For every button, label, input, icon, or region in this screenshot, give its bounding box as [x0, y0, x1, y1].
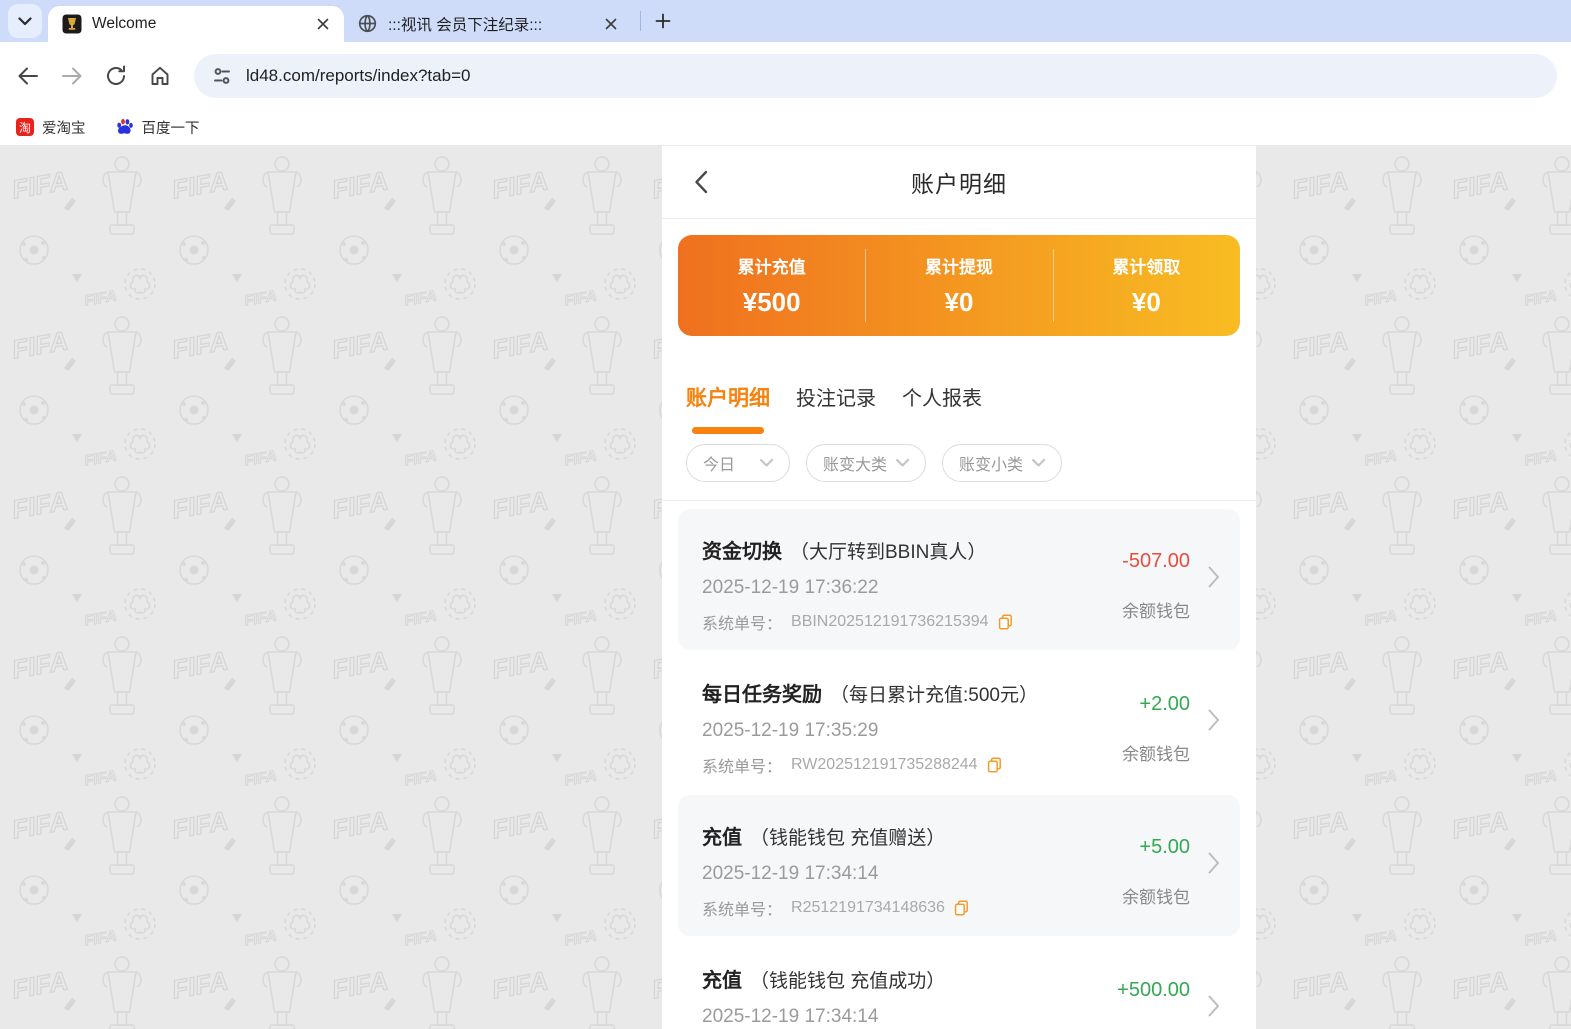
transaction-datetime: 2025-12-19 17:35:29: [702, 720, 879, 741]
bookmark-aitaobao[interactable]: 淘 爱淘宝: [16, 117, 86, 138]
transaction-datetime: 2025-12-19 17:34:14: [702, 1006, 879, 1027]
account-detail-panel: 账户明细 累计充值 ¥500 累计提现 ¥0 累计领取 ¥0 账户明细 投注记录…: [662, 146, 1256, 1029]
back-button-panel[interactable]: [688, 146, 714, 218]
filter-label: 账变小类: [959, 457, 1024, 474]
new-tab-button[interactable]: [649, 7, 677, 35]
summary-total-claimed: 累计领取 ¥0: [1052, 235, 1240, 336]
tab-personal-report[interactable]: 个人报表: [902, 382, 982, 433]
tab-account-detail[interactable]: 账户明细: [686, 382, 770, 434]
tab-search-button[interactable]: [8, 4, 42, 38]
globe-icon: [358, 14, 378, 34]
tab-bet-records[interactable]: 投注记录: [796, 382, 876, 433]
tab-separator: [640, 11, 641, 31]
transaction-row[interactable]: 每日任务奖励 （每日累计充值:500元） 2025-12-19 17:35:29…: [678, 652, 1240, 793]
tab-title: Welcome: [92, 15, 157, 32]
chevron-right-icon[interactable]: [1208, 566, 1220, 588]
transaction-row[interactable]: 充值 （钱能钱包 充值成功） 2025-12-19 17:34:14 系统单号：…: [678, 938, 1240, 1029]
url-text[interactable]: ld48.com/reports/index?tab=0: [246, 66, 470, 86]
chevron-down-icon: [1032, 459, 1045, 467]
close-icon[interactable]: [314, 15, 332, 33]
transaction-datetime: 2025-12-19 17:34:14: [702, 863, 879, 884]
baidu-paw-icon: [116, 118, 134, 136]
order-label: 系统单号：: [702, 902, 783, 919]
tab-strip: Welcome :::视讯 会员下注纪录:::: [0, 0, 1571, 42]
trophy-logo-icon: [62, 14, 82, 34]
chevron-right-icon[interactable]: [1208, 995, 1220, 1017]
transaction-row[interactable]: 资金切换 （大厅转到BBIN真人） 2025-12-19 17:36:22 系统…: [678, 509, 1240, 650]
transaction-detail: （大厅转到BBIN真人）: [790, 542, 987, 563]
transaction-amount: +500.00: [1117, 979, 1190, 1001]
transaction-detail: （每日累计充值:500元）: [830, 685, 1038, 706]
chevron-right-icon[interactable]: [1208, 852, 1220, 874]
browser-toolbar: ld48.com/reports/index?tab=0: [0, 42, 1571, 109]
transaction-detail: （钱能钱包 充值成功）: [750, 971, 946, 992]
transaction-amount: +2.00: [1139, 693, 1190, 715]
tab-title: :::视讯 会员下注纪录:::: [388, 17, 543, 34]
transaction-amount: +5.00: [1139, 836, 1190, 858]
filter-date-select[interactable]: 今日: [686, 444, 790, 482]
bookmark-label: 爱淘宝: [42, 120, 86, 137]
reload-button[interactable]: [94, 54, 138, 98]
copy-icon[interactable]: [987, 757, 1002, 773]
summary-total-deposit: 累计充值 ¥500: [678, 235, 865, 336]
report-tabs: 账户明细 投注记录 个人报表: [662, 352, 1256, 434]
panel-header: 账户明细: [662, 146, 1256, 219]
transaction-type: 每日任务奖励: [702, 684, 822, 706]
order-number: RW202512191735288244: [791, 756, 978, 773]
plus-icon: [655, 13, 671, 29]
summary-label: 累计领取: [1112, 258, 1181, 277]
browser-tab-welcome[interactable]: Welcome: [48, 6, 344, 42]
order-number: R2512191734148636: [791, 899, 945, 916]
page-title: 账户明细: [911, 171, 1007, 197]
transaction-amount: -507.00: [1122, 550, 1190, 572]
transaction-wallet: 余额钱包: [1122, 888, 1190, 907]
order-label: 系统单号：: [702, 759, 783, 776]
summary-label: 累计充值: [737, 258, 806, 277]
summary-label: 累计提现: [924, 258, 993, 277]
browser-tab-records[interactable]: :::视讯 会员下注纪录:::: [344, 6, 632, 42]
bookmarks-bar: 淘 爱淘宝 百度一下: [0, 109, 1571, 146]
summary-value: ¥500: [742, 287, 801, 317]
filter-row: 今日 账变大类 账变小类: [662, 434, 1256, 501]
transaction-type: 资金切换: [702, 541, 782, 563]
filter-label: 账变大类: [823, 457, 888, 474]
forward-button[interactable]: [50, 54, 94, 98]
summary-value: ¥0: [1131, 287, 1161, 317]
bookmark-label: 百度一下: [141, 120, 200, 137]
address-bar[interactable]: ld48.com/reports/index?tab=0: [194, 53, 1557, 98]
home-button[interactable]: [138, 54, 182, 98]
transaction-row[interactable]: 充值 （钱能钱包 充值赠送） 2025-12-19 17:34:14 系统单号：…: [678, 795, 1240, 936]
transaction-detail: （钱能钱包 充值赠送）: [750, 828, 946, 849]
close-icon[interactable]: [602, 15, 620, 33]
site-settings-icon[interactable]: [212, 66, 232, 86]
transaction-wallet: 余额钱包: [1122, 602, 1190, 621]
transaction-wallet: 余额钱包: [1122, 745, 1190, 764]
page-background: FIFA FIFA 账户明细 累计充值 ¥500: [0, 146, 1571, 1029]
order-label: 系统单号：: [702, 616, 783, 633]
summary-value: ¥0: [944, 287, 974, 317]
filter-category-minor-select[interactable]: 账变小类: [942, 444, 1062, 482]
chevron-down-icon: [18, 16, 32, 26]
transaction-type: 充值: [702, 827, 742, 849]
summary-total-withdraw: 累计提现 ¥0: [865, 235, 1052, 336]
filter-label: 今日: [703, 457, 736, 474]
back-button[interactable]: [6, 54, 50, 98]
bookmark-baidu[interactable]: 百度一下: [116, 117, 200, 138]
taobao-icon: 淘: [16, 118, 34, 136]
filter-category-major-select[interactable]: 账变大类: [806, 444, 926, 482]
chevron-down-icon: [760, 459, 773, 467]
chevron-down-icon: [896, 459, 909, 467]
transaction-datetime: 2025-12-19 17:36:22: [702, 577, 879, 598]
transaction-list: 资金切换 （大厅转到BBIN真人） 2025-12-19 17:36:22 系统…: [662, 501, 1256, 1029]
copy-icon[interactable]: [998, 614, 1013, 630]
copy-icon[interactable]: [954, 900, 969, 916]
transaction-type: 充值: [702, 970, 742, 992]
summary-card: 累计充值 ¥500 累计提现 ¥0 累计领取 ¥0: [678, 235, 1240, 336]
chevron-right-icon[interactable]: [1208, 709, 1220, 731]
chevron-left-icon: [694, 170, 708, 194]
order-number: BBIN202512191736215394: [791, 613, 989, 630]
